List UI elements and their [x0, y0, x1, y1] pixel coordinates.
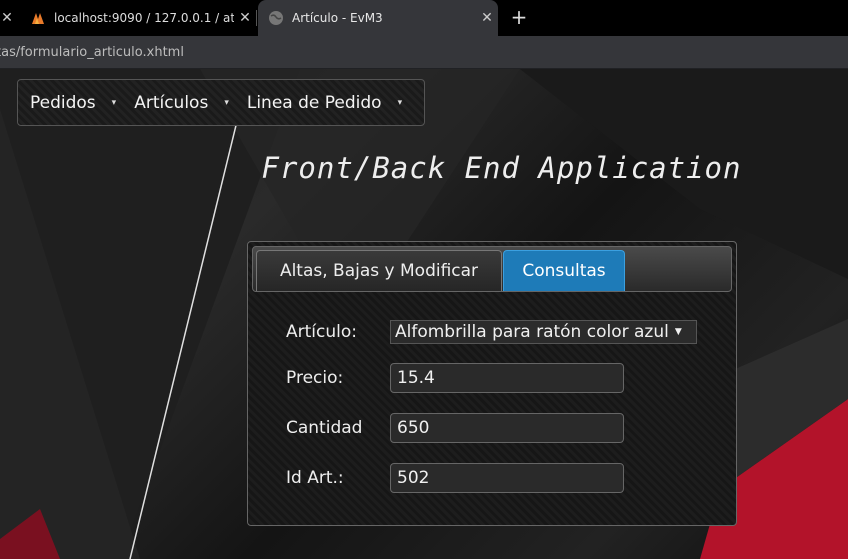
- menu-linea-pedido[interactable]: Linea de Pedido ▾: [235, 93, 408, 113]
- browser-tab-partial[interactable]: ✕: [0, 0, 14, 36]
- id-label: Id Art.:: [286, 468, 344, 488]
- articulo-selected-value: Alfombrilla para ratón color azul: [395, 322, 669, 342]
- address-bar[interactable]: tas/formulario_articulo.xhtml: [0, 36, 848, 69]
- precio-label: Precio:: [286, 368, 344, 388]
- form-row-precio: Precio: 15.4: [286, 363, 624, 393]
- close-icon[interactable]: ✕: [0, 10, 14, 26]
- caret-down-icon: ▾: [397, 97, 403, 108]
- phpmyadmin-icon: [32, 13, 44, 24]
- menu-pedidos[interactable]: Pedidos ▾: [18, 93, 122, 113]
- caret-down-icon: ▾: [224, 97, 229, 108]
- main-menu: Pedidos ▾ Artículos ▾ Linea de Pedido ▾: [17, 79, 425, 126]
- cantidad-label: Cantidad: [286, 418, 363, 438]
- close-icon[interactable]: ✕: [234, 10, 256, 26]
- browser-tab-phpmyadmin[interactable]: localhost:9090 / 127.0.0.1 / atrium ✕: [20, 0, 256, 36]
- page-content: Pedidos ▾ Artículos ▾ Linea de Pedido ▾ …: [0, 69, 848, 559]
- tab-title: localhost:9090 / 127.0.0.1 / atrium: [54, 11, 234, 25]
- globe-icon: [269, 11, 283, 25]
- articulo-select[interactable]: Alfombrilla para ratón color azul ▼: [390, 320, 697, 344]
- tab-consultas[interactable]: Consultas: [503, 250, 625, 291]
- form-row-articulo: Artículo: Alfombrilla para ratón color a…: [286, 320, 697, 344]
- id-input[interactable]: 502: [390, 463, 624, 493]
- browser-tab-bar: ✕ localhost:9090 / 127.0.0.1 / atrium ✕ …: [0, 0, 848, 36]
- browser-tab-articulo[interactable]: Artículo - EvM3 ✕: [258, 0, 498, 36]
- tab-title: Artículo - EvM3: [292, 11, 383, 25]
- close-icon[interactable]: ✕: [476, 10, 498, 26]
- new-tab-button[interactable]: +: [508, 6, 530, 28]
- menu-articulos[interactable]: Artículos ▾: [122, 93, 235, 113]
- form-row-id: Id Art.: 502: [286, 463, 624, 493]
- url-text[interactable]: tas/formulario_articulo.xhtml: [0, 45, 184, 60]
- page-title: Front/Back End Application: [261, 151, 742, 185]
- tab-altas-bajas-modificar[interactable]: Altas, Bajas y Modificar: [256, 250, 502, 291]
- tab-nav: Altas, Bajas y Modificar Consultas: [252, 246, 732, 292]
- menu-label: Artículos: [134, 92, 209, 113]
- form-row-cantidad: Cantidad 650: [286, 413, 624, 443]
- cantidad-input[interactable]: 650: [390, 413, 624, 443]
- menu-label: Pedidos: [30, 92, 96, 113]
- tab-divider: [256, 10, 257, 26]
- articulo-label: Artículo:: [286, 322, 357, 342]
- menu-label: Linea de Pedido: [246, 92, 382, 113]
- caret-down-icon: ▾: [111, 97, 117, 108]
- precio-input[interactable]: 15.4: [390, 363, 624, 393]
- dropdown-arrow-icon: ▼: [674, 327, 682, 337]
- tabview-panel: Altas, Bajas y Modificar Consultas Artíc…: [247, 241, 737, 526]
